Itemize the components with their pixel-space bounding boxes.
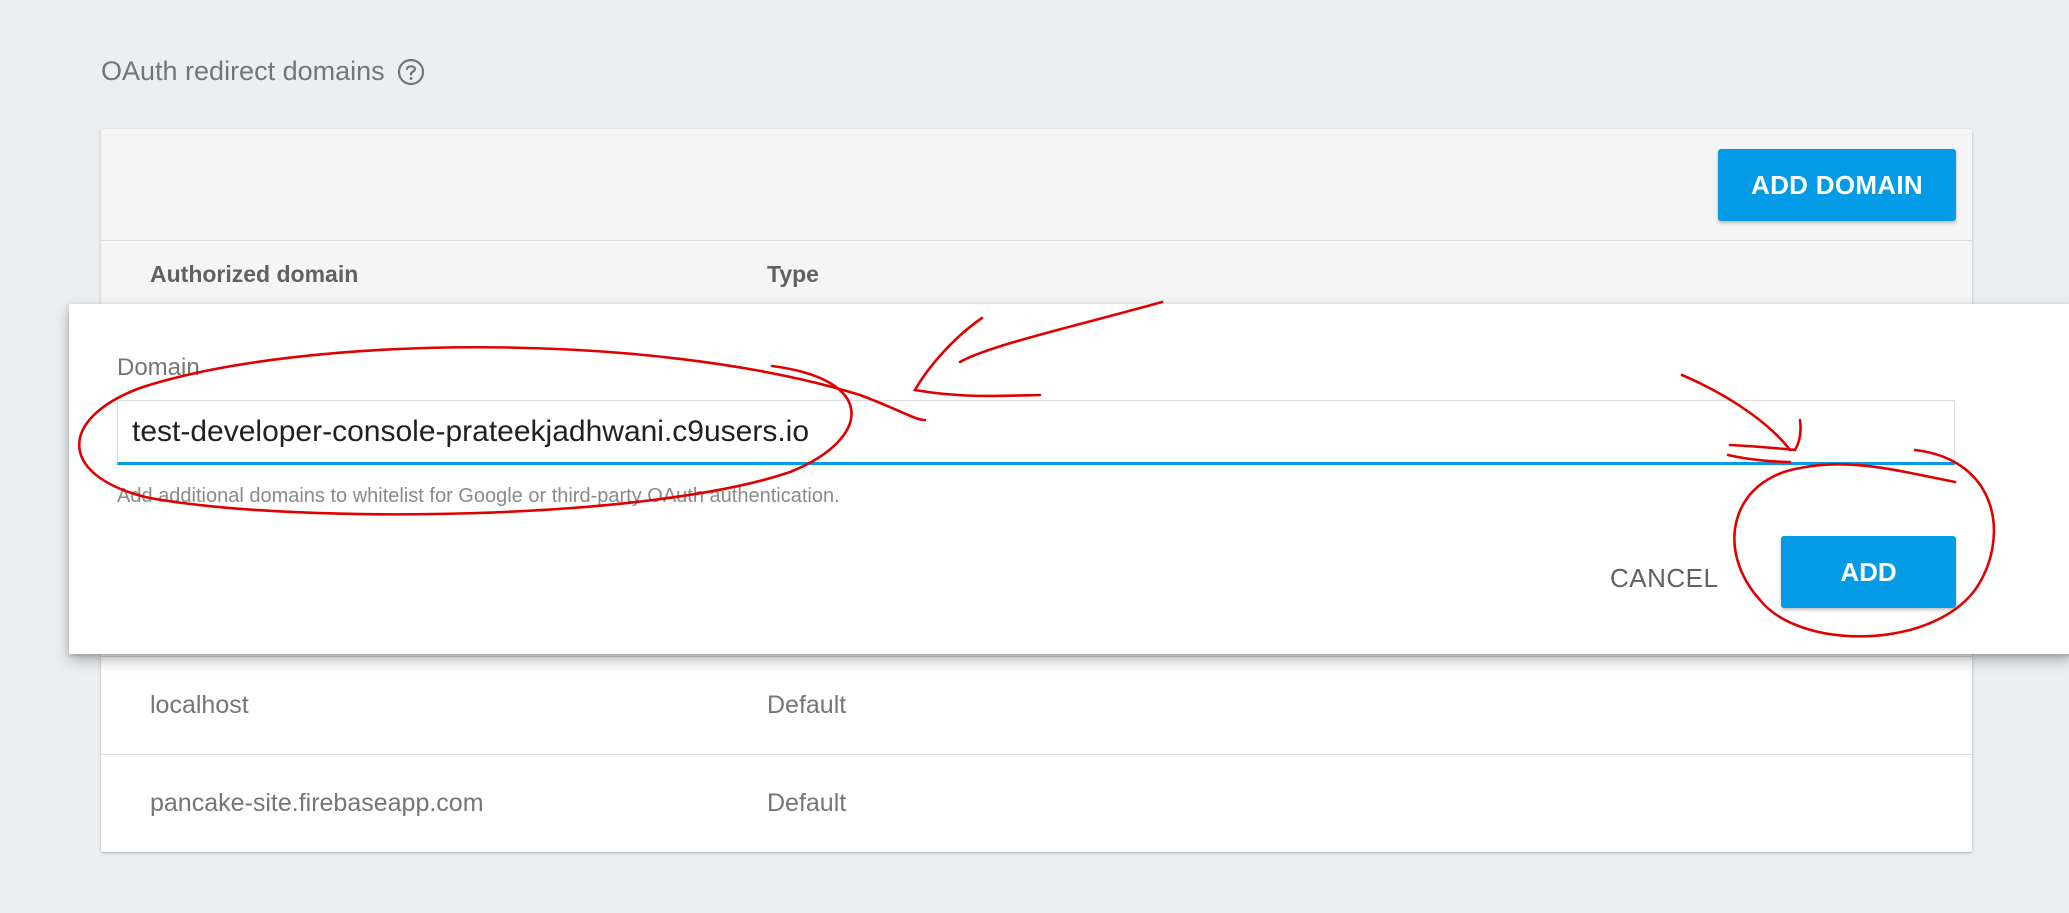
add-domain-button[interactable]: ADD DOMAIN [1718,149,1956,221]
table-row[interactable]: pancake-site.firebaseapp.com Default [101,754,1972,852]
page: OAuth redirect domains ADD DOMAIN Author… [0,0,2069,913]
help-circle-icon[interactable] [397,58,425,86]
row-domain: pancake-site.firebaseapp.com [150,789,484,817]
table-row[interactable]: localhost Default [101,656,1972,754]
domain-input[interactable] [117,400,1955,465]
row-type: Default [767,691,847,719]
row-domain: localhost [150,691,249,719]
section-title: OAuth redirect domains [101,56,385,86]
domain-field-label: Domain [117,354,200,381]
section-header: OAuth redirect domains [101,56,425,87]
column-header-type: Type [767,261,819,287]
row-type: Default [767,789,847,817]
add-button[interactable]: ADD [1781,536,1956,608]
column-header-authorized-domain: Authorized domain [150,261,359,287]
add-domain-dialog: Domain Add additional domains to whiteli… [69,304,2069,654]
domain-hint-text: Add additional domains to whitelist for … [117,485,840,507]
table-header: Authorized domain Type [101,241,1972,305]
card-toolbar: ADD DOMAIN [101,129,1972,241]
cancel-button[interactable]: CANCEL [1610,554,1718,602]
